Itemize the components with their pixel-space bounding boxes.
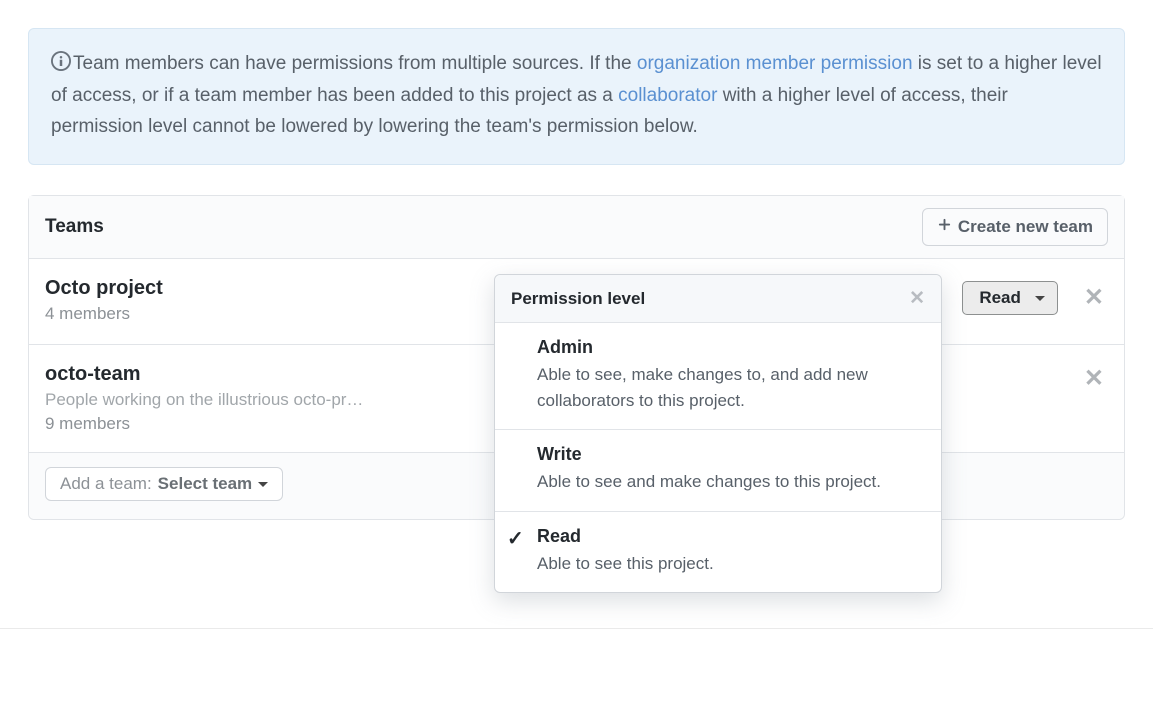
- select-team-label: Select team: [158, 474, 253, 494]
- permission-option-write[interactable]: Write Able to see and make changes to th…: [495, 430, 941, 512]
- check-icon: ✓: [507, 526, 524, 551]
- add-team-label: Add a team:: [60, 474, 152, 494]
- caret-down-icon: [1035, 296, 1045, 301]
- collaborator-link[interactable]: collaborator: [618, 85, 717, 106]
- caret-down-icon: [258, 482, 268, 487]
- permission-dropdown[interactable]: Read: [962, 281, 1058, 315]
- org-permission-link[interactable]: organization member permission: [637, 53, 913, 74]
- panel-title: Teams: [45, 216, 104, 238]
- popover-title: Permission level: [511, 289, 645, 309]
- remove-team-button[interactable]: ✕: [1080, 286, 1108, 310]
- popover-header: Permission level ✕: [495, 275, 941, 323]
- permission-value: Read: [979, 288, 1021, 308]
- add-team-dropdown[interactable]: Add a team: Select team: [45, 467, 283, 501]
- option-desc: Able to see this project.: [537, 551, 923, 577]
- option-title: Admin: [537, 337, 923, 358]
- team-description: People working on the illustrious octo-p…: [45, 390, 425, 410]
- divider: [0, 628, 1153, 629]
- option-title: Read: [537, 526, 923, 547]
- permission-option-admin[interactable]: Admin Able to see, make changes to, and …: [495, 323, 941, 430]
- option-desc: Able to see and make changes to this pro…: [537, 469, 923, 495]
- teams-panel: Teams Create new team Octo project 4 mem…: [28, 195, 1125, 520]
- plus-icon: [937, 217, 952, 237]
- info-banner: Team members can have permissions from m…: [28, 28, 1125, 165]
- remove-team-button[interactable]: ✕: [1080, 367, 1108, 391]
- permission-option-read[interactable]: ✓ Read Able to see this project.: [495, 512, 941, 593]
- create-team-label: Create new team: [958, 217, 1093, 237]
- option-title: Write: [537, 444, 923, 465]
- permission-popover: Permission level ✕ Admin Able to see, ma…: [494, 274, 942, 593]
- panel-header: Teams Create new team: [29, 196, 1124, 259]
- create-team-button[interactable]: Create new team: [922, 208, 1108, 246]
- popover-close-button[interactable]: ✕: [909, 287, 925, 310]
- info-icon: [51, 51, 71, 81]
- info-text-1: Team members can have permissions from m…: [73, 53, 637, 74]
- option-desc: Able to see, make changes to, and add ne…: [537, 362, 923, 413]
